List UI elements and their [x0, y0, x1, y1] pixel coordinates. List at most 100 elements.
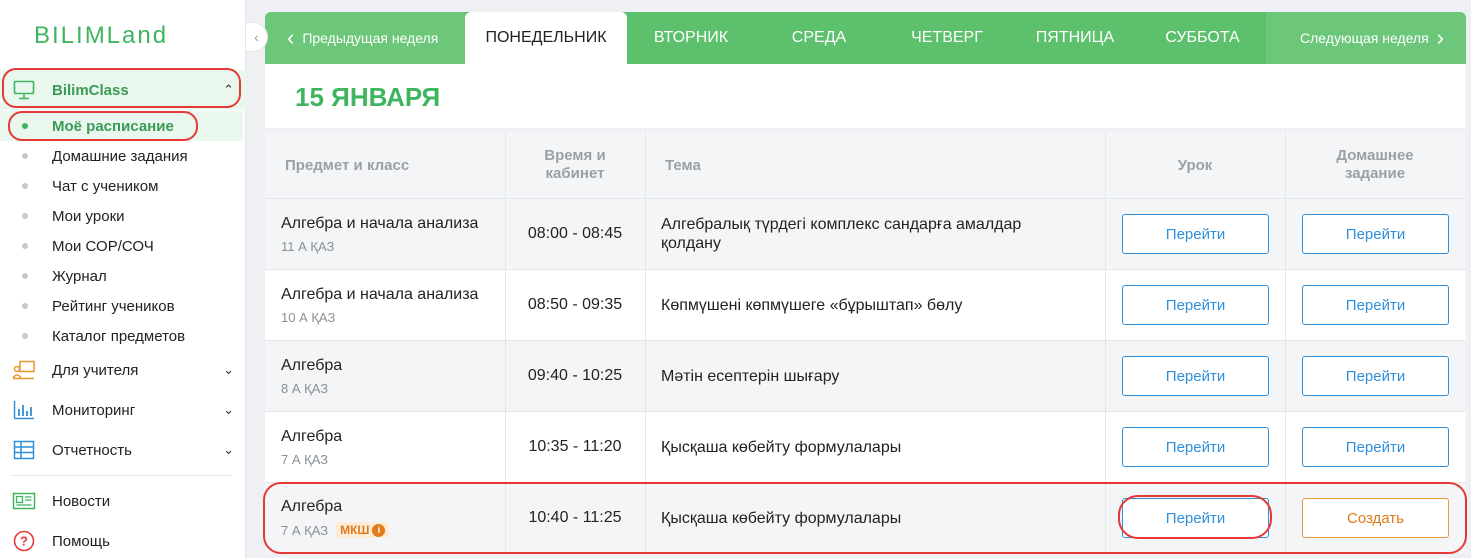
go-to-lesson-button[interactable]: Перейти	[1122, 498, 1269, 538]
sidebar-item-sor-soch[interactable]: Мои СОР/СОЧ	[0, 231, 243, 261]
column-divider	[1285, 199, 1286, 269]
badge-label: МКШ	[340, 523, 370, 537]
go-to-homework-button[interactable]: Перейти	[1302, 427, 1449, 467]
topic-text: Мәтін есептерін шығару	[661, 367, 840, 385]
tab-wednesday[interactable]: СРЕДА	[755, 12, 883, 64]
sidebar-item-label: Помощь	[52, 532, 110, 550]
sidebar-item-subject-catalog[interactable]: Каталог предметов	[0, 321, 243, 351]
tab-monday[interactable]: ПОНЕДЕЛЬНИК	[465, 12, 627, 64]
go-to-homework-button[interactable]: Перейти	[1302, 285, 1449, 325]
sidebar-item-news[interactable]: Новости	[0, 481, 246, 521]
go-to-homework-button[interactable]: Перейти	[1302, 356, 1449, 396]
bullet-icon	[22, 243, 28, 249]
go-to-lesson-button[interactable]: Перейти	[1122, 356, 1269, 396]
go-to-lesson-button[interactable]: Перейти	[1122, 285, 1269, 325]
table-row: Алгебра и начала анализа 10 А ҚАЗ 08:50 …	[265, 269, 1466, 340]
go-to-homework-button[interactable]: Перейти	[1302, 214, 1449, 254]
sidebar-group-monitoring[interactable]: Мониторинг ⌄	[0, 390, 246, 430]
bullet-icon	[22, 273, 28, 279]
go-to-lesson-button[interactable]: Перейти	[1122, 427, 1269, 467]
sidebar-group-reports[interactable]: Отчетность ⌄	[0, 430, 246, 470]
date-header: 15 ЯНВАРЯ	[265, 64, 1466, 128]
bullet-icon	[22, 183, 28, 189]
sidebar-item-label: Домашние задания	[52, 147, 188, 165]
sidebar-item-label: Журнал	[52, 267, 107, 285]
create-homework-button[interactable]: Создать	[1302, 498, 1449, 538]
previous-week-label: Предыдущая неделя	[302, 30, 439, 46]
column-divider	[1105, 199, 1106, 269]
subject-cell: Алгебра 8 А ҚАЗ	[281, 341, 505, 411]
subject-name: Алгебра и начала анализа	[281, 214, 479, 232]
logo[interactable]: BILIMLand	[34, 22, 168, 50]
mksh-badge: МКШ i	[336, 522, 390, 538]
time-cell: 08:50 - 09:35	[527, 296, 623, 313]
sidebar: BILIMLand BilimClass ⌃ Моё расписание До…	[0, 0, 246, 558]
bullet-icon	[22, 213, 28, 219]
subject-cell: Алгебра 7 А ҚАЗ МКШ i	[281, 483, 505, 553]
chevron-up-icon: ⌃	[223, 82, 234, 97]
topic-cell: Қысқаша көбейту формулалары	[661, 483, 1081, 553]
sidebar-item-label: Моё расписание	[52, 117, 174, 135]
bullet-icon	[22, 303, 28, 309]
sidebar-item-student-rating[interactable]: Рейтинг учеников	[0, 291, 243, 321]
table-header: Предмет и класс Время и кабинет Тема Уро…	[265, 132, 1466, 198]
next-week-button[interactable]: Следующая неделя ›	[1266, 12, 1466, 64]
monitor-icon	[12, 78, 36, 102]
subject-name: Алгебра	[281, 498, 343, 515]
table-row: Алгебра и начала анализа 11 А ҚАЗ 08:00 …	[265, 198, 1466, 269]
info-icon[interactable]: i	[372, 523, 386, 537]
tab-saturday[interactable]: СУББОТА	[1139, 12, 1266, 64]
tab-tuesday[interactable]: ВТОРНИК	[627, 12, 755, 64]
bullet-icon	[22, 333, 28, 339]
sidebar-group-bilimclass[interactable]: BilimClass ⌃	[0, 70, 246, 110]
sidebar-item-journal[interactable]: Журнал	[0, 261, 243, 291]
next-week-label: Следующая неделя	[1300, 30, 1429, 46]
sidebar-item-label: Рейтинг учеников	[52, 297, 175, 315]
sidebar-item-student-chat[interactable]: Чат с учеником	[0, 171, 243, 201]
topic-cell: Алгебралық түрдегі комплекс сандарға ама…	[661, 199, 1081, 269]
subject-name: Алгебра	[281, 427, 343, 445]
sidebar-item-homework[interactable]: Домашние задания	[0, 141, 243, 171]
topic-text: Алгебралық түрдегі комплекс сандарға ама…	[661, 216, 1022, 252]
topic-text: Қысқаша көбейту формулалары	[661, 509, 902, 527]
subject-cell: Алгебра 7 А ҚАЗ	[281, 412, 505, 482]
class-label: 7 А ҚАЗ	[281, 522, 329, 538]
column-header-lesson: Урок	[1177, 156, 1213, 174]
chevron-down-icon: ⌄	[223, 442, 234, 457]
sidebar-item-my-schedule[interactable]: Моё расписание	[0, 111, 243, 141]
tab-thursday[interactable]: ЧЕТВЕРГ	[883, 12, 1011, 64]
class-label-wrap: 11 А ҚАЗ	[281, 239, 505, 254]
sidebar-item-label: Чат с учеником	[52, 177, 159, 195]
column-header-homework: Домашнее задание	[1336, 147, 1414, 182]
column-divider	[1285, 132, 1286, 198]
class-label-wrap: 7 А ҚАЗ МКШ i	[281, 522, 505, 538]
table-row: Алгебра 7 А ҚАЗ 10:35 - 11:20 Қысқаша кө…	[265, 411, 1466, 482]
page-title: 15 ЯНВАРЯ	[295, 82, 441, 112]
column-header-time: Время и кабинет	[544, 147, 606, 182]
subject-name: Алгебра и начала анализа	[281, 285, 479, 303]
sidebar-group-for-teacher[interactable]: Для учителя ⌄	[0, 350, 246, 390]
column-header-subject: Предмет и класс	[285, 156, 410, 174]
sidebar-item-label: Новости	[52, 492, 111, 510]
subject-name: Алгебра	[281, 356, 343, 374]
topic-text: Көпмүшені көпмүшеге «бұрыштап» бөлу	[661, 296, 963, 314]
sidebar-group-label: Для учителя	[52, 361, 139, 379]
class-label-wrap: 7 А ҚАЗ	[281, 452, 505, 467]
table-body: Алгебра и начала анализа 11 А ҚАЗ 08:00 …	[265, 198, 1466, 553]
chevron-down-icon: ⌄	[223, 402, 234, 417]
bullet-icon	[22, 153, 28, 159]
tab-friday[interactable]: ПЯТНИЦА	[1011, 12, 1139, 64]
sidebar-item-my-lessons[interactable]: Мои уроки	[0, 201, 243, 231]
column-divider	[645, 270, 646, 340]
column-divider	[1105, 483, 1106, 553]
topic-cell: Көпмүшені көпмүшеге «бұрыштап» бөлу	[661, 270, 1081, 340]
bar-chart-icon	[12, 398, 36, 422]
column-divider	[645, 132, 646, 198]
column-divider	[645, 341, 646, 411]
previous-week-button[interactable]: ‹ Предыдущая неделя	[265, 12, 465, 64]
sidebar-divider	[12, 475, 232, 476]
sidebar-item-help[interactable]: ? Помощь	[0, 521, 246, 558]
go-to-lesson-button[interactable]: Перейти	[1122, 214, 1269, 254]
svg-text:?: ?	[20, 534, 28, 549]
class-label-wrap: 8 А ҚАЗ	[281, 381, 505, 396]
